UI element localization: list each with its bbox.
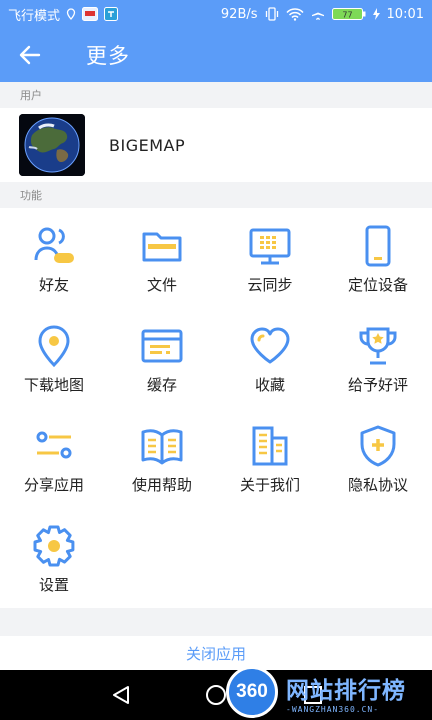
wifi-icon [285,7,304,21]
feature-cloud-sync[interactable]: 云同步 [216,208,324,308]
features-grid: 好友 文件 云同步 定位设备 下载地图 缓存 收藏 给予好评 分享应用 使用帮助… [0,208,432,608]
feature-privacy[interactable]: 隐私协议 [324,408,432,508]
battery-level: 77 [342,11,352,20]
back-button[interactable] [0,28,60,82]
network-speed: 92B/s [220,6,258,22]
vibrate-icon [265,7,279,21]
device-icon [356,224,400,268]
feature-about[interactable]: 关于我们 [216,408,324,508]
feature-label: 分享应用 [23,476,84,494]
feature-label: 设置 [38,576,69,594]
feature-label: 给予好评 [347,376,408,394]
feature-label: 文件 [146,276,177,294]
feature-settings[interactable]: 设置 [0,508,108,608]
section-label-user: 用户 [0,82,432,108]
battery-icon: 77 [331,7,366,21]
page-title: 更多 [86,44,130,68]
shield-icon [356,424,400,468]
feature-download-map[interactable]: 下载地图 [0,308,108,408]
feature-label: 关于我们 [239,476,300,494]
friends-icon [32,224,76,268]
building-icon [248,424,292,468]
feature-label: 收藏 [254,376,285,394]
watermark-logo: 360 网站排行榜 -WANGZHAN360.CN- [226,664,432,720]
app-notification-icon-2 [104,7,119,21]
feature-label: 定位设备 [347,276,408,294]
heart-icon [248,324,292,368]
back-arrow-icon [19,45,41,65]
user-name: BIGEMAP [109,135,186,155]
folder-icon [140,224,184,268]
feature-cache[interactable]: 缓存 [108,308,216,408]
location-icon [66,8,76,20]
feature-rate[interactable]: 给予好评 [324,308,432,408]
feature-favorites[interactable]: 收藏 [216,308,324,408]
feature-locate-device[interactable]: 定位设备 [324,208,432,308]
avatar [19,114,85,176]
share-icon [32,424,76,468]
section-label-features: 功能 [0,182,432,208]
feature-label: 缓存 [146,376,177,394]
nav-back-icon[interactable] [108,682,134,708]
cache-icon [140,324,184,368]
feature-label: 好友 [38,276,69,294]
feature-share-app[interactable]: 分享应用 [0,408,108,508]
airplane-icon [311,7,325,21]
feature-label: 云同步 [247,276,293,294]
cloud-sync-icon [248,224,292,268]
app-notification-icon [82,7,99,21]
watermark-subtitle: -WANGZHAN360.CN- [286,704,380,714]
gear-icon [32,524,76,568]
watermark-badge: 360 [226,666,278,718]
feature-label: 下载地图 [23,376,84,394]
feature-files[interactable]: 文件 [108,208,216,308]
status-bar: 飞行模式 92B/s 77 10:01 [0,0,432,28]
airplane-mode-text: 飞行模式 [8,8,61,24]
book-icon [140,424,184,468]
charging-icon [372,8,380,20]
feature-label: 隐私协议 [347,476,408,494]
feature-friends[interactable]: 好友 [0,208,108,308]
feature-label: 使用帮助 [131,476,192,494]
trophy-icon [356,324,400,368]
user-row[interactable]: BIGEMAP [0,108,432,182]
watermark-title: 网站排行榜 [286,677,406,704]
location-pin-icon [32,324,76,368]
clock: 10:01 [386,6,424,22]
app-bar: 更多 [0,28,432,82]
feature-help[interactable]: 使用帮助 [108,408,216,508]
